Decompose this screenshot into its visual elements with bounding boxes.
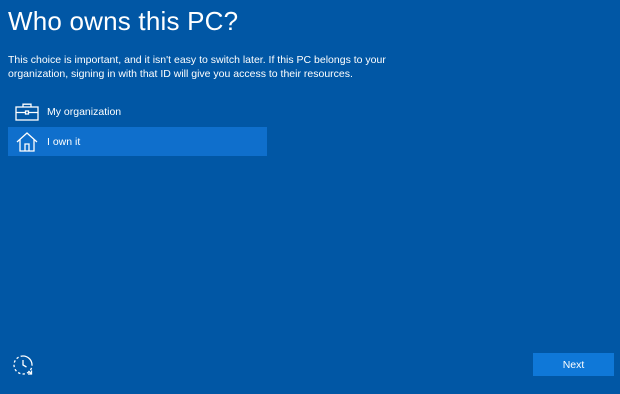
home-icon	[10, 127, 44, 156]
description-text: This choice is important, and it isn't e…	[8, 54, 386, 80]
ease-of-access-button[interactable]	[10, 354, 36, 380]
page-title: Who owns this PC?	[8, 6, 239, 36]
option-label: My organization	[47, 105, 122, 118]
option-i-own-it[interactable]: I own it	[8, 127, 267, 156]
option-label: I own it	[47, 135, 81, 148]
briefcase-icon	[10, 97, 44, 126]
next-button[interactable]: Next	[533, 353, 614, 376]
ownership-options: My organization I own it	[8, 97, 267, 157]
ease-of-access-icon	[11, 353, 35, 382]
option-my-organization[interactable]: My organization	[8, 97, 267, 126]
